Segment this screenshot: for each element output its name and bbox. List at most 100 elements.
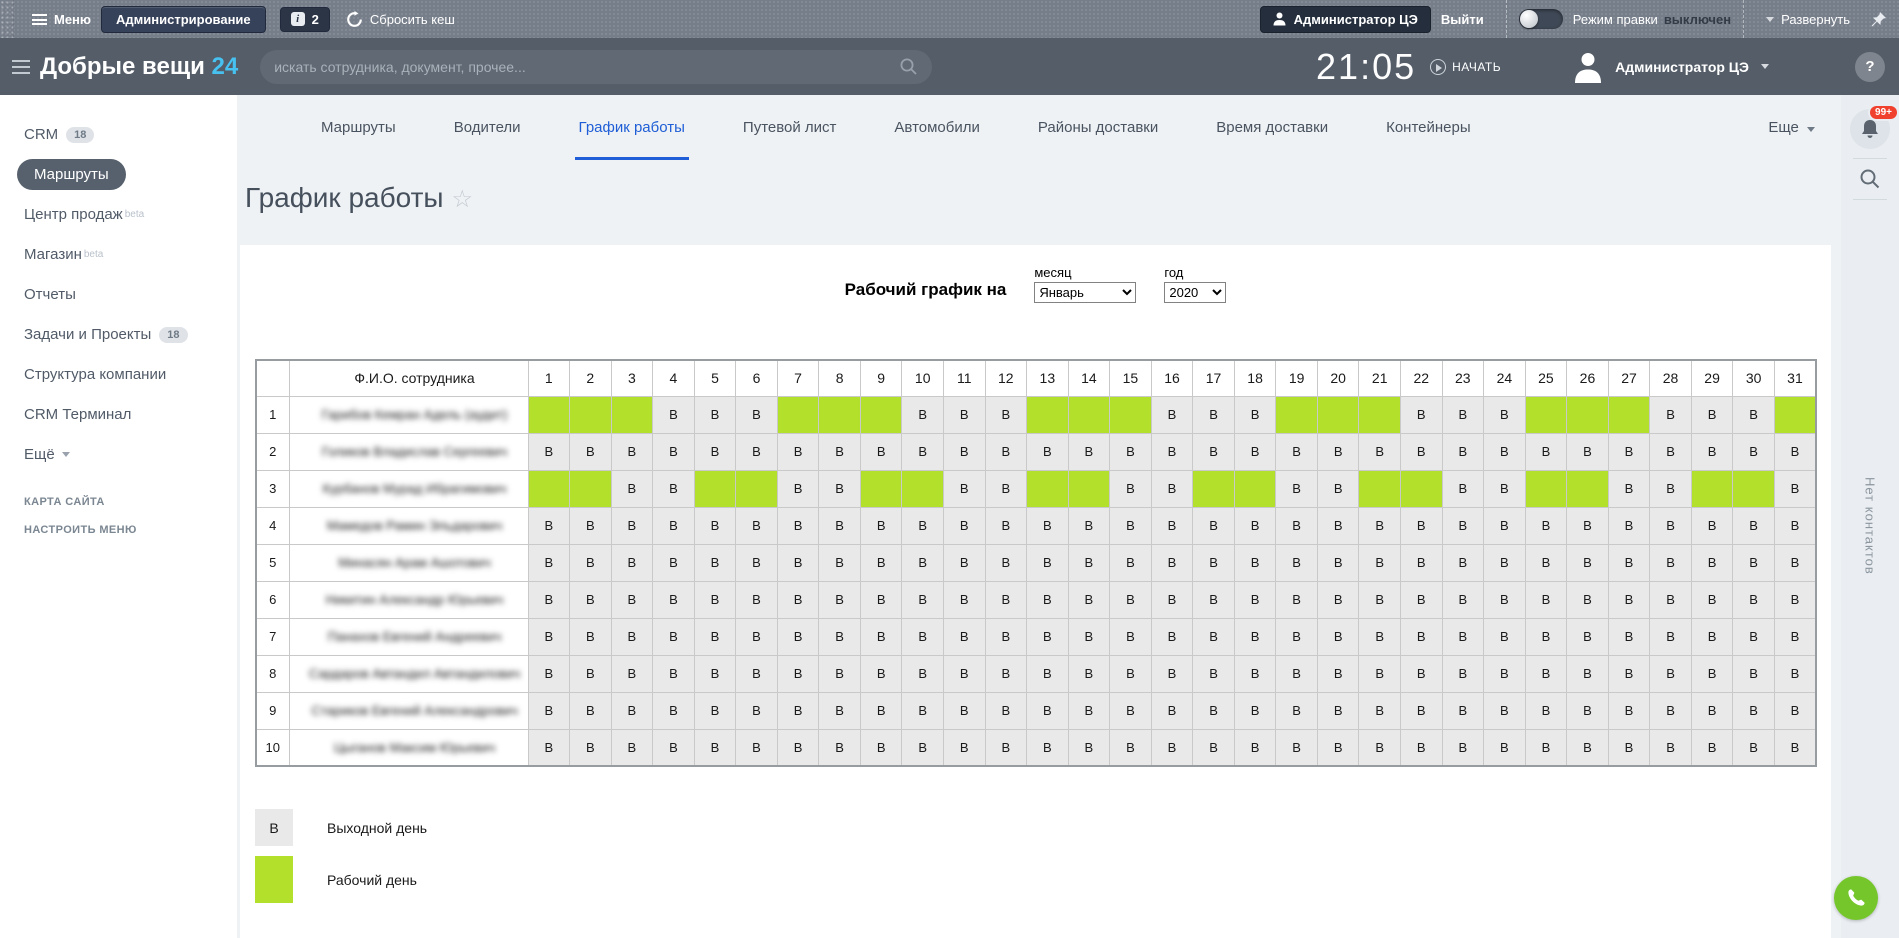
day-cell-off[interactable]: В: [819, 470, 861, 507]
day-cell-off[interactable]: В: [1400, 618, 1442, 655]
day-cell-off[interactable]: В: [777, 692, 819, 729]
day-cell-off[interactable]: В: [1442, 655, 1484, 692]
day-cell-work[interactable]: [819, 396, 861, 433]
day-cell-off[interactable]: В: [1110, 655, 1152, 692]
day-cell-off[interactable]: В: [985, 581, 1027, 618]
day-cell-off[interactable]: В: [985, 433, 1027, 470]
day-cell-off[interactable]: В: [570, 544, 612, 581]
day-cell-off[interactable]: В: [1068, 692, 1110, 729]
day-cell-off[interactable]: В: [902, 692, 944, 729]
sidebar-item-crm-терминал[interactable]: CRM Терминал: [24, 399, 131, 430]
day-cell-off[interactable]: В: [1567, 507, 1609, 544]
day-cell-off[interactable]: В: [1359, 692, 1401, 729]
day-cell-work[interactable]: [902, 470, 944, 507]
day-cell-off[interactable]: В: [1110, 581, 1152, 618]
day-cell-off[interactable]: В: [694, 655, 736, 692]
day-cell-off[interactable]: В: [1359, 729, 1401, 766]
day-cell-off[interactable]: В: [1400, 396, 1442, 433]
day-cell-off[interactable]: В: [943, 470, 985, 507]
day-cell-off[interactable]: В: [1151, 470, 1193, 507]
sidebar-item-маршруты[interactable]: Маршруты: [17, 159, 126, 190]
day-cell-off[interactable]: В: [1359, 618, 1401, 655]
day-cell-off[interactable]: В: [1691, 433, 1733, 470]
day-cell-off[interactable]: В: [819, 544, 861, 581]
day-cell-off[interactable]: В: [611, 729, 653, 766]
day-cell-off[interactable]: В: [1484, 470, 1526, 507]
day-cell-off[interactable]: В: [1193, 544, 1235, 581]
day-cell-work[interactable]: [860, 396, 902, 433]
day-cell-off[interactable]: В: [1691, 581, 1733, 618]
tab-автомобили[interactable]: Автомобили: [894, 119, 979, 160]
day-cell-off[interactable]: В: [1027, 433, 1069, 470]
day-cell-off[interactable]: В: [985, 655, 1027, 692]
day-cell-off[interactable]: В: [1276, 507, 1318, 544]
day-cell-off[interactable]: В: [611, 507, 653, 544]
day-cell-off[interactable]: В: [694, 618, 736, 655]
day-cell-off[interactable]: В: [1193, 396, 1235, 433]
day-cell-off[interactable]: В: [943, 618, 985, 655]
day-cell-off[interactable]: В: [1027, 729, 1069, 766]
day-cell-off[interactable]: В: [943, 581, 985, 618]
day-cell-off[interactable]: В: [1400, 692, 1442, 729]
day-cell-off[interactable]: В: [1650, 729, 1692, 766]
tab-контейнеры[interactable]: Контейнеры: [1386, 119, 1471, 160]
day-cell-off[interactable]: В: [1442, 470, 1484, 507]
day-cell-off[interactable]: В: [860, 544, 902, 581]
day-cell-off[interactable]: В: [985, 396, 1027, 433]
day-cell-off[interactable]: В: [1276, 544, 1318, 581]
day-cell-off[interactable]: В: [611, 692, 653, 729]
day-cell-work[interactable]: [1110, 396, 1152, 433]
day-cell-off[interactable]: В: [902, 507, 944, 544]
day-cell-off[interactable]: В: [1650, 692, 1692, 729]
day-cell-work[interactable]: [528, 396, 570, 433]
day-cell-off[interactable]: В: [736, 655, 778, 692]
day-cell-off[interactable]: В: [1193, 729, 1235, 766]
day-cell-off[interactable]: В: [819, 692, 861, 729]
day-cell-off[interactable]: В: [1608, 729, 1650, 766]
logout-button[interactable]: Выйти: [1441, 12, 1484, 27]
day-cell-off[interactable]: В: [1691, 692, 1733, 729]
day-cell-off[interactable]: В: [1151, 692, 1193, 729]
day-cell-off[interactable]: В: [1525, 544, 1567, 581]
day-cell-off[interactable]: В: [985, 729, 1027, 766]
day-cell-off[interactable]: В: [860, 655, 902, 692]
day-cell-off[interactable]: В: [528, 507, 570, 544]
day-cell-work[interactable]: [1317, 396, 1359, 433]
day-cell-off[interactable]: В: [1400, 729, 1442, 766]
day-cell-off[interactable]: В: [1359, 507, 1401, 544]
day-cell-off[interactable]: В: [1525, 618, 1567, 655]
day-cell-off[interactable]: В: [1400, 433, 1442, 470]
reset-cache-button[interactable]: Сбросить кеш: [346, 11, 455, 28]
day-cell-off[interactable]: В: [1650, 581, 1692, 618]
day-cell-off[interactable]: В: [1691, 655, 1733, 692]
day-cell-off[interactable]: В: [653, 544, 695, 581]
day-cell-off[interactable]: В: [1234, 692, 1276, 729]
day-cell-off[interactable]: В: [1442, 729, 1484, 766]
day-cell-off[interactable]: В: [1733, 655, 1775, 692]
day-cell-off[interactable]: В: [1525, 581, 1567, 618]
day-cell-off[interactable]: В: [653, 581, 695, 618]
day-cell-off[interactable]: В: [1151, 729, 1193, 766]
day-cell-off[interactable]: В: [1608, 655, 1650, 692]
day-cell-off[interactable]: В: [1525, 729, 1567, 766]
day-cell-off[interactable]: В: [653, 655, 695, 692]
day-cell-off[interactable]: В: [1276, 655, 1318, 692]
day-cell-work[interactable]: [1027, 396, 1069, 433]
day-cell-off[interactable]: В: [943, 655, 985, 692]
administration-button[interactable]: Администрирование: [101, 6, 266, 33]
day-cell-off[interactable]: В: [860, 507, 902, 544]
day-cell-off[interactable]: В: [1151, 581, 1193, 618]
day-cell-off[interactable]: В: [1442, 507, 1484, 544]
day-cell-off[interactable]: В: [528, 692, 570, 729]
day-cell-off[interactable]: В: [694, 507, 736, 544]
day-cell-off[interactable]: В: [1151, 433, 1193, 470]
day-cell-off[interactable]: В: [777, 433, 819, 470]
day-cell-off[interactable]: В: [1774, 544, 1816, 581]
day-cell-off[interactable]: В: [694, 581, 736, 618]
day-cell-work[interactable]: [1733, 470, 1775, 507]
day-cell-off[interactable]: В: [1234, 544, 1276, 581]
day-cell-off[interactable]: В: [1650, 470, 1692, 507]
day-cell-off[interactable]: В: [1317, 729, 1359, 766]
day-cell-work[interactable]: [570, 470, 612, 507]
sidebar-item-ещё[interactable]: Ещё: [24, 439, 70, 470]
